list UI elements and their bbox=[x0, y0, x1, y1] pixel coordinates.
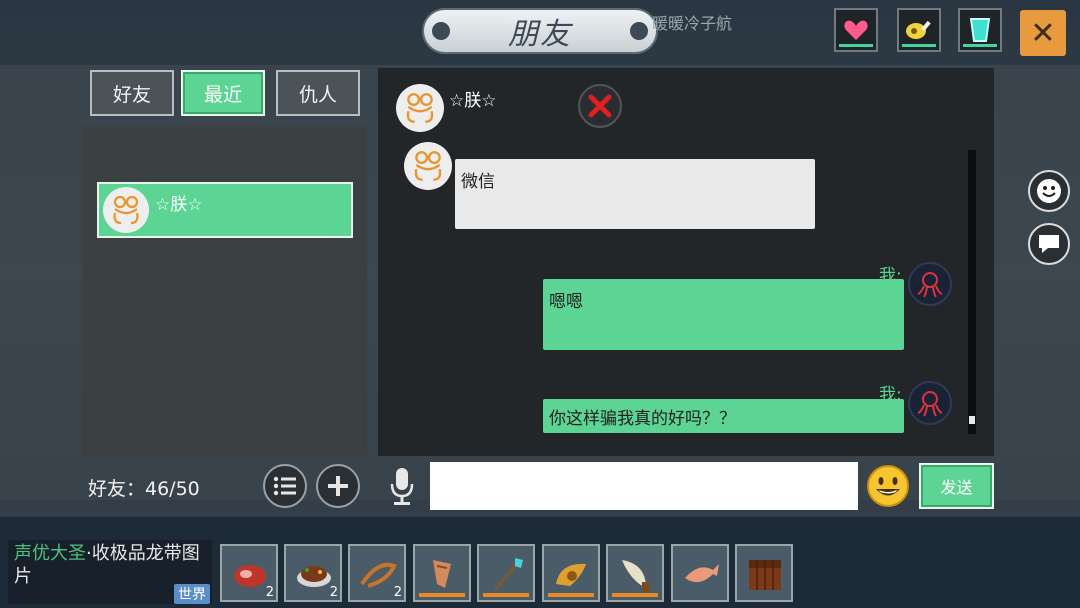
health-button[interactable] bbox=[834, 8, 878, 52]
water-cup-icon bbox=[969, 18, 991, 42]
friend-count: 好友：46/50 bbox=[88, 478, 200, 500]
hotbar-slot[interactable]: 2 bbox=[284, 544, 342, 602]
friend-name: ☆朕☆ bbox=[155, 195, 203, 215]
hunger-bar bbox=[902, 44, 936, 47]
world-chat-message: 声优大圣·收极品龙带图片 bbox=[14, 542, 210, 588]
spear-icon bbox=[493, 558, 523, 591]
frog-avatar-icon bbox=[406, 93, 434, 123]
friend-list-item[interactable]: ☆朕☆ bbox=[97, 182, 353, 238]
rope-icon bbox=[360, 562, 397, 588]
message-bubble-incoming: 微信 bbox=[455, 159, 815, 229]
tooth-blade-icon bbox=[622, 560, 650, 592]
voice-input-button[interactable] bbox=[386, 465, 418, 507]
durability-bar bbox=[548, 593, 594, 597]
emoji-icon bbox=[867, 465, 909, 507]
hotbar-slot[interactable] bbox=[671, 544, 729, 602]
fish-icon bbox=[685, 564, 719, 583]
banner-ornament-left bbox=[432, 22, 450, 40]
item-count: 2 bbox=[393, 585, 402, 600]
cooked-steak-icon bbox=[297, 566, 331, 587]
chat-partner-name: ☆朕☆ bbox=[449, 91, 497, 111]
world-chat-speaker: 声优大圣 bbox=[14, 543, 86, 564]
thirst-button[interactable] bbox=[958, 8, 1002, 52]
friend-avatar bbox=[103, 187, 149, 233]
horn-icon bbox=[556, 563, 586, 586]
tab-friends[interactable]: 好友 bbox=[90, 70, 174, 116]
world-channel-badge[interactable]: 世界 bbox=[174, 584, 210, 604]
world-chat-box[interactable]: 声优大圣·收极品龙带图片 世界 bbox=[8, 540, 212, 604]
hotbar-slot[interactable] bbox=[606, 544, 664, 602]
my-avatar bbox=[908, 262, 952, 306]
hotbar-slot[interactable] bbox=[542, 544, 600, 602]
raw-meat-icon bbox=[234, 565, 266, 587]
page-title: 朋友 bbox=[508, 17, 572, 52]
message-input[interactable] bbox=[430, 462, 858, 510]
chest-icon bbox=[749, 560, 781, 590]
hotbar-slot[interactable] bbox=[477, 544, 535, 602]
chat-scrollbar-thumb[interactable] bbox=[969, 416, 975, 424]
health-bar bbox=[839, 44, 873, 47]
message-bubble-outgoing: 嗯嗯 bbox=[543, 279, 904, 350]
hotbar-slot[interactable]: 2 bbox=[220, 544, 278, 602]
friend-list-menu-button[interactable] bbox=[263, 464, 307, 508]
thirst-bar bbox=[963, 44, 997, 47]
title-banner: 朋友 bbox=[422, 8, 658, 54]
frog-avatar-icon bbox=[414, 151, 442, 181]
durability-bar bbox=[612, 593, 658, 597]
background-player-name: 暖暖冷子航 bbox=[652, 14, 733, 33]
durability-bar bbox=[483, 593, 529, 597]
durability-bar bbox=[419, 593, 465, 597]
emote-side-button[interactable] bbox=[1028, 170, 1070, 212]
smiley-icon bbox=[1037, 179, 1061, 203]
message-sender-avatar bbox=[404, 142, 452, 190]
frog-avatar-icon bbox=[113, 195, 139, 225]
bone-club-icon bbox=[433, 560, 451, 588]
hotbar-slot[interactable] bbox=[413, 544, 471, 602]
send-button[interactable]: 发送 bbox=[919, 463, 994, 509]
emoji-button[interactable] bbox=[866, 464, 910, 508]
tab-enemies[interactable]: 仇人 bbox=[276, 70, 360, 116]
message-bubble-outgoing: 你这样骗我真的好吗？？ bbox=[543, 399, 904, 433]
meat-icon bbox=[906, 20, 931, 39]
delete-chat-button[interactable] bbox=[578, 84, 622, 128]
octopus-avatar-icon bbox=[917, 391, 943, 417]
chat-scrollbar[interactable] bbox=[968, 150, 976, 434]
hotbar-slot[interactable] bbox=[735, 544, 793, 602]
item-count: 2 bbox=[265, 585, 274, 600]
tab-recent[interactable]: 最近 bbox=[181, 70, 265, 116]
chat-side-button[interactable] bbox=[1028, 223, 1070, 265]
hotbar-slot[interactable]: 2 bbox=[348, 544, 406, 602]
close-icon bbox=[588, 94, 612, 118]
plus-icon bbox=[328, 476, 348, 496]
chat-partner-avatar bbox=[396, 84, 444, 132]
heart-icon bbox=[844, 20, 868, 40]
item-count: 2 bbox=[329, 585, 338, 600]
microphone-icon bbox=[390, 468, 414, 505]
list-icon bbox=[273, 476, 296, 496]
add-friend-button[interactable] bbox=[316, 464, 360, 508]
banner-ornament-right bbox=[630, 22, 648, 40]
octopus-avatar-icon bbox=[917, 272, 943, 298]
hunger-button[interactable] bbox=[897, 8, 941, 52]
my-avatar bbox=[908, 381, 952, 425]
friend-list-panel bbox=[82, 125, 367, 457]
chat-bubble-icon bbox=[1039, 235, 1059, 253]
close-button[interactable]: ✕ bbox=[1020, 10, 1066, 56]
